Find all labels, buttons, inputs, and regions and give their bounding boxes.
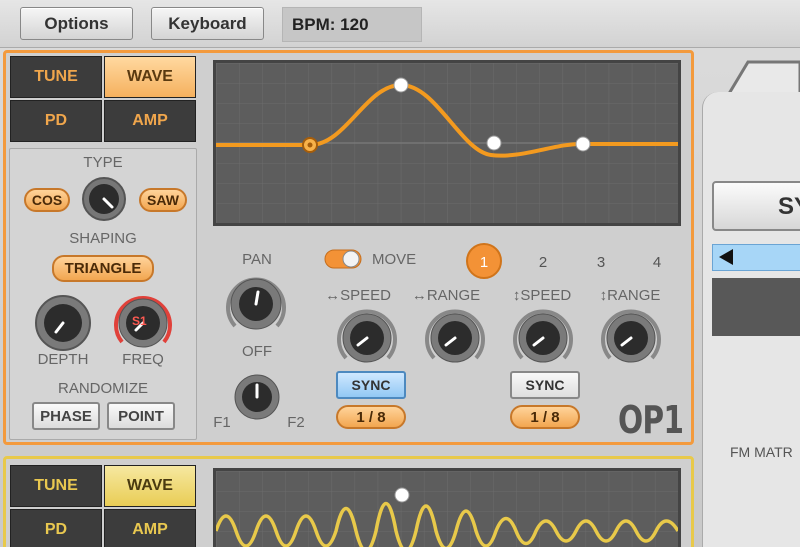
op2-wave-point[interactable] [394,487,410,503]
pan-label: PAN [242,251,272,268]
op2-tab-pd[interactable]: PD [10,509,102,547]
v-division[interactable]: 1 / 8 [510,405,580,429]
move-label: MOVE [372,251,417,268]
waveform-display[interactable] [213,60,681,226]
op2-waveform-graph[interactable] [214,471,680,547]
bpm-display: BPM: 120 [282,7,422,42]
h-speed-knob[interactable] [336,307,398,369]
shaping-label: SHAPING [69,230,137,247]
fm-matrix-label: FM MATR [730,444,793,460]
v-range-label: ↕RANGE [599,287,661,304]
operator-name: OP1 [618,398,684,442]
tab-amp[interactable]: AMP [104,100,196,142]
op2-tab-amp[interactable]: AMP [104,509,196,547]
f2-label: F2 [287,414,305,431]
op2-tab-tune[interactable]: TUNE [10,465,102,507]
wave-point-4[interactable] [575,136,591,152]
phase-button[interactable]: PHASE [32,402,100,430]
f1-f2-knob[interactable] [232,372,282,422]
depth-knob[interactable] [34,294,92,352]
freq-value: S1 [132,314,147,328]
v-range-knob[interactable] [600,307,662,369]
move-toggle[interactable] [324,249,362,269]
point-button[interactable]: POINT [107,402,175,430]
v-speed-knob[interactable] [512,307,574,369]
v-speed-label: ↕SPEED [512,287,572,304]
sy-button[interactable]: SY [712,181,800,231]
keyboard-button[interactable]: Keyboard [151,7,264,40]
type-label: TYPE [83,154,123,171]
off-label: OFF [242,343,272,360]
point-select-3[interactable]: 3 [586,254,616,271]
left-arrow-icon[interactable] [713,245,743,270]
point-select-2[interactable]: 2 [528,254,558,271]
tab-pd[interactable]: PD [10,100,102,142]
waveform-graph[interactable] [216,63,678,223]
tab-tune[interactable]: TUNE [10,56,102,98]
type-knob[interactable] [81,176,127,222]
cos-button[interactable]: COS [24,188,70,212]
h-range-label: ↔RANGE [411,287,481,304]
h-speed-label: ↔SPEED [325,287,391,304]
f1-label: F1 [213,414,231,431]
freq-label: FREQ [122,351,164,368]
point-select-1[interactable]: 1 [466,243,502,279]
wave-point-3[interactable] [486,135,502,151]
options-button[interactable]: Options [20,7,133,40]
v-sync-button[interactable]: SYNC [510,371,580,399]
depth-label: DEPTH [37,351,89,368]
wave-point-2[interactable] [393,77,409,93]
op2-tab-wave[interactable]: WAVE [104,465,196,507]
pan-knob[interactable] [224,272,288,336]
right-selector[interactable] [712,244,800,271]
right-dark-bar [712,278,800,336]
h-range-knob[interactable] [424,307,486,369]
randomize-label: RANDOMIZE [58,380,148,397]
triangle-button[interactable]: TRIANGLE [52,255,154,282]
h-division[interactable]: 1 / 8 [336,405,406,429]
op2-waveform-display[interactable] [213,468,681,547]
tab-wave[interactable]: WAVE [104,56,196,98]
h-sync-button[interactable]: SYNC [336,371,406,399]
saw-button[interactable]: SAW [139,188,187,212]
point-select-4[interactable]: 4 [642,254,672,271]
